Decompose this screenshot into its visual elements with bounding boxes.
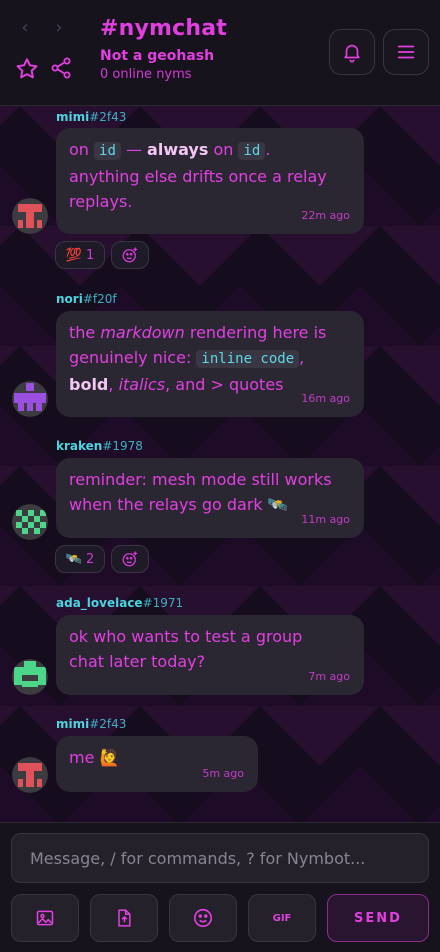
file-upload-icon xyxy=(118,909,131,927)
forward-arrow-icon[interactable]: › xyxy=(50,18,68,38)
add-reaction-button[interactable] xyxy=(111,241,149,269)
avatar[interactable] xyxy=(12,757,48,793)
message-bubble[interactable]: ok who wants to test a group chat later … xyxy=(56,615,364,695)
share-button[interactable] xyxy=(49,56,75,82)
avatar[interactable] xyxy=(12,198,48,234)
message-author[interactable]: mimi#2f43 xyxy=(56,110,126,124)
reaction-chip[interactable]: 💯 1 xyxy=(55,241,105,269)
reaction-chip[interactable]: 🛰️ 2 xyxy=(55,545,105,573)
back-arrow-icon[interactable]: ‹ xyxy=(16,18,34,38)
message-timestamp: 22m ago xyxy=(301,209,350,222)
message-bubble[interactable]: the markdown rendering here is genuinely… xyxy=(56,311,364,417)
online-count: 0 online nyms xyxy=(100,67,192,82)
message-timestamp: 5m ago xyxy=(202,767,244,780)
hamburger-menu-icon xyxy=(397,45,415,59)
share-icon xyxy=(51,57,71,79)
emoji-button[interactable] xyxy=(169,894,237,942)
emoji-icon xyxy=(193,908,213,928)
message-timestamp: 16m ago xyxy=(301,392,350,405)
message-author[interactable]: ada_lovelace#1971 xyxy=(56,596,183,610)
message-author[interactable]: nori#f20f xyxy=(56,292,117,306)
message-bubble[interactable]: reminder: mesh mode still works when the… xyxy=(56,458,364,538)
add-reaction-icon xyxy=(122,247,138,263)
attach-image-button[interactable] xyxy=(11,894,79,942)
avatar[interactable] xyxy=(12,381,48,417)
message-author[interactable]: mimi#2f43 xyxy=(56,717,126,731)
bell-icon xyxy=(344,44,360,63)
attach-file-button[interactable] xyxy=(90,894,158,942)
menu-button[interactable] xyxy=(383,29,429,75)
favorite-star-button[interactable] xyxy=(14,56,40,82)
avatar[interactable] xyxy=(12,659,48,695)
message-timestamp: 7m ago xyxy=(308,670,350,683)
message-bubble[interactable]: me 🙋 5m ago xyxy=(56,736,258,792)
image-icon xyxy=(36,910,54,926)
avatar[interactable] xyxy=(12,504,48,540)
message-bubble[interactable]: on id — always on id. anything else drif… xyxy=(56,128,364,234)
star-icon xyxy=(16,58,38,79)
message-author[interactable]: kraken#1978 xyxy=(56,439,143,453)
send-button[interactable]: SEND xyxy=(327,894,429,942)
composer: GIF SEND xyxy=(0,822,440,952)
chat-header: ‹ › #nymchat Not a geohash 0 online nyms xyxy=(0,0,440,106)
message-input[interactable] xyxy=(11,833,429,883)
gif-button[interactable]: GIF xyxy=(248,894,316,942)
add-reaction-icon xyxy=(122,551,138,567)
gif-label: GIF xyxy=(272,912,292,924)
channel-subtitle: Not a geohash xyxy=(100,48,215,64)
channel-title: #nymchat xyxy=(100,16,228,41)
add-reaction-button[interactable] xyxy=(111,545,149,573)
notifications-button[interactable] xyxy=(329,29,375,75)
message-list[interactable]: mimi#2f43 on id — always on id. anything… xyxy=(0,106,440,822)
message-timestamp: 11m ago xyxy=(301,513,350,526)
